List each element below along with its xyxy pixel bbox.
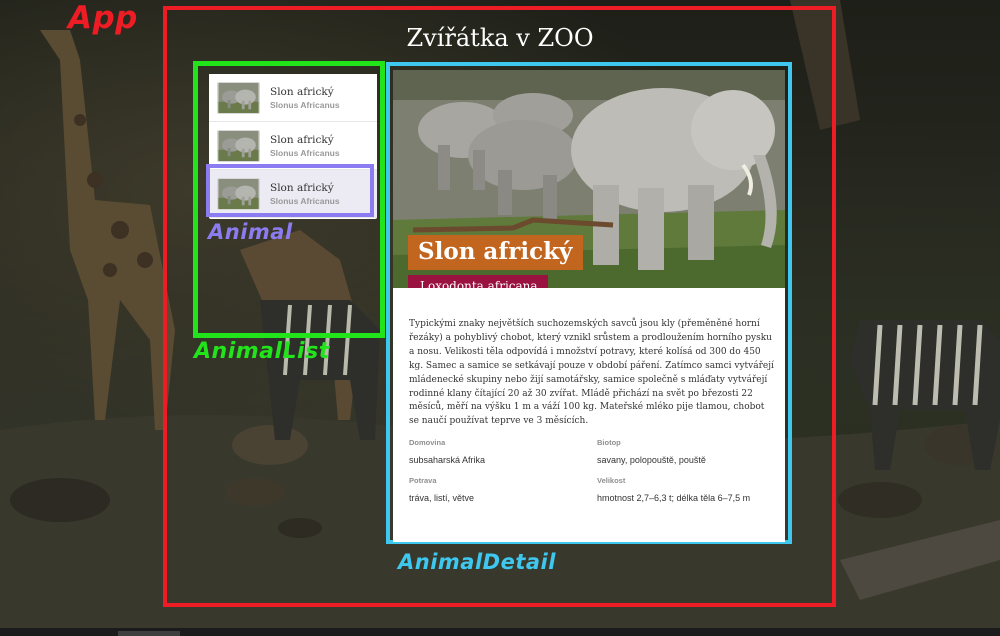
app-annotation-label: App (68, 0, 138, 36)
info-value: tráva, listí, větve (409, 493, 475, 503)
elephant-photo: Slon africký Loxodonta africana (393, 70, 785, 288)
info-value: savany, polopouště, pouště (597, 455, 706, 465)
animal-annotation-box (206, 164, 374, 217)
animal-detail-annotation-label: AnimalDetail (398, 550, 556, 574)
info-label: Domovina (409, 438, 446, 447)
info-label: Biotop (597, 438, 621, 447)
animal-latin-name: Slonus Africanus (270, 99, 340, 110)
info-label: Velikost (597, 476, 626, 485)
horizontal-scrollbar[interactable] (0, 628, 1000, 636)
animal-list-item[interactable]: Slon africký Slonus Africanus (209, 74, 377, 122)
animal-name-badge: Slon africký (408, 235, 584, 270)
info-label: Potrava (409, 476, 437, 485)
info-value: hmotnost 2,7–6,3 t; délka těla 6–7,5 m (597, 493, 751, 503)
animal-latin-badge: Loxodonta africana (408, 275, 548, 288)
elephant-thumbnail (217, 129, 260, 162)
info-value: subsaharská Afrika (409, 455, 486, 465)
app-title: Zvířátka v ZOO (406, 24, 594, 52)
animal-latin-name: Slonus Africanus (270, 147, 340, 158)
elephant-thumbnail (217, 81, 260, 114)
animal-list-item[interactable]: Slon africký Slonus Africanus (209, 122, 377, 170)
animal-name: Slon africký (270, 85, 334, 98)
scrollbar-thumb[interactable] (118, 631, 180, 636)
info-potrava: Potrava tráva, listí, větve (409, 476, 589, 503)
info-biotop: Biotop savany, polopouště, pouště (597, 438, 777, 465)
animal-description: Typickými znaky největších suchozemských… (409, 319, 774, 427)
animal-name: Slon africký (270, 133, 334, 146)
animal-list-annotation-label: AnimalList (194, 339, 330, 364)
animal-annotation-label: Animal (208, 220, 293, 244)
info-domovina: Domovina subsaharská Afrika (409, 438, 589, 465)
info-velikost: Velikost hmotnost 2,7–6,3 t; délka těla … (597, 476, 777, 503)
animal-detail: Slon africký Loxodonta africana Typickým… (393, 70, 785, 542)
